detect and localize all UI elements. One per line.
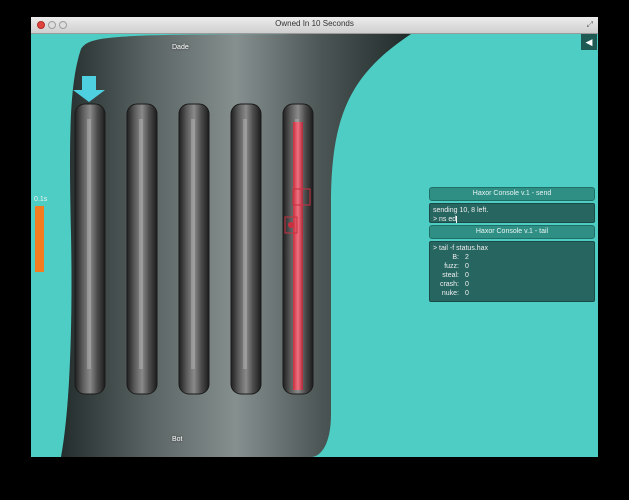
bottom-player-name: Bot [172,436,183,443]
tail-console-title: Haxor Console v.1 - tail [429,225,595,239]
timer-label: 0.1s [34,196,48,203]
window-title: Owned In 10 Seconds [275,19,354,28]
highlighted-lane [293,122,303,390]
stat-value: 2 [465,254,469,261]
pipe-lane-shine [243,119,247,369]
send-console-command: > ns ed [433,216,457,223]
resize-icon[interactable]: ⤢ [587,20,593,30]
speaker-icon[interactable]: ◀ [581,34,597,50]
stat-row: fuzz: 0 [433,262,591,271]
stat-label: fuzz: [444,263,459,270]
stat-value: 0 [465,281,469,288]
stat-value: 0 [465,263,469,270]
tail-command: > tail -f status.hax [433,245,489,252]
pipe-lane-shine [191,119,195,369]
stat-row: nuke: 0 [433,289,591,298]
stat-label: crash: [439,281,459,288]
tail-console-body: > tail -f status.hax B: 2 fuzz: 0 steal: 0 cra… [429,241,595,302]
stat-row: crash: 0 [433,280,591,289]
game-viewport[interactable]: Dade Bot 0.1s ◀ Haxor Console v.1 - send… [31,34,598,457]
target-dot [288,222,294,228]
stat-value: 0 [465,290,469,297]
stat-label: B: [452,254,459,261]
game-window: Owned In 10 Seconds ⤢ Dade Bot 0.1s ◀ Ha… [31,17,598,457]
timer-bar [35,206,44,272]
stat-value: 0 [465,272,469,279]
send-console-body[interactable]: sending 10, 8 left. > ns ed [429,203,595,223]
top-player-name: Dade [172,44,189,51]
stat-row: B: 2 [433,253,591,262]
send-console-title: Haxor Console v.1 - send [429,187,595,201]
send-console[interactable]: Haxor Console v.1 - send sending 10, 8 l… [429,187,595,302]
send-console-line: sending 10, 8 left. [433,207,489,214]
pipe-lane-shine [87,119,91,369]
title-bar[interactable]: Owned In 10 Seconds ⤢ [31,17,598,34]
stat-label: nuke: [441,290,459,297]
pipe-lane-shine [139,119,143,369]
send-console-input[interactable]: > ns ed [433,215,591,224]
text-cursor [456,215,458,223]
stat-row: steal: 0 [433,271,591,280]
stat-label: steal: [442,272,459,279]
